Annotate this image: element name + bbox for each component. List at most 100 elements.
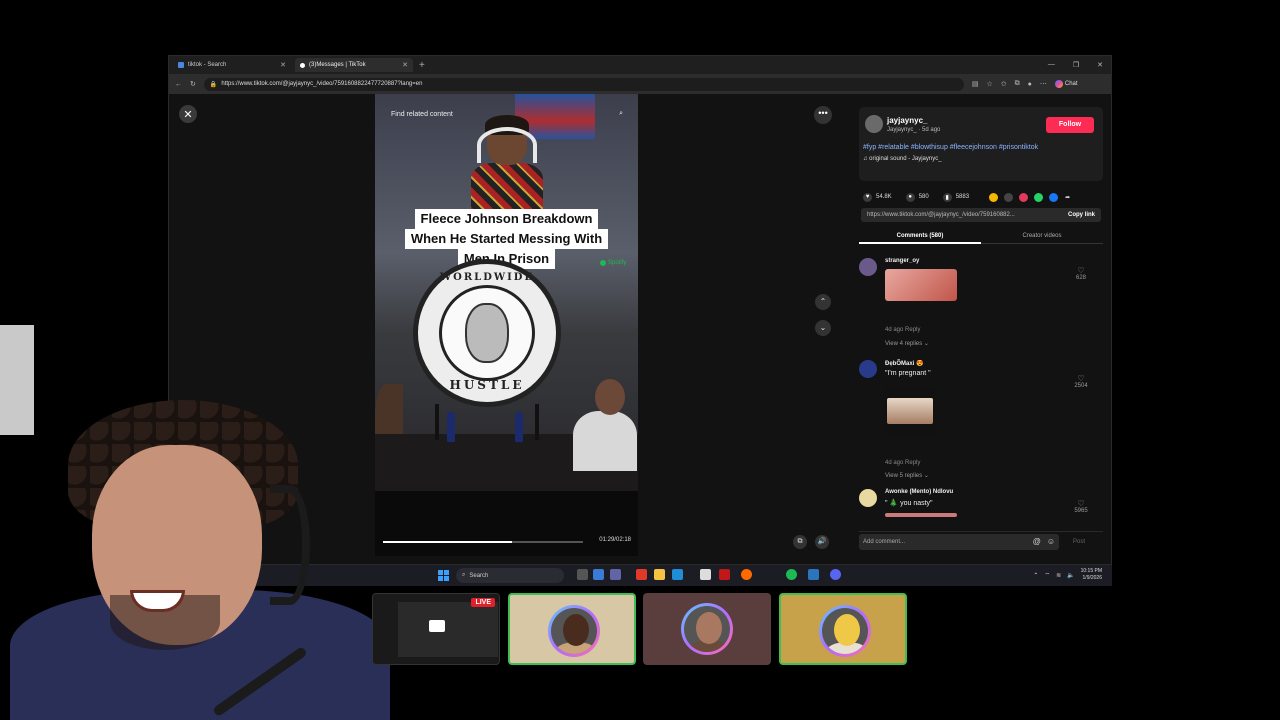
edge-app-icon[interactable] bbox=[593, 569, 604, 580]
caption-line: When He Started Messing With bbox=[404, 229, 609, 249]
youtube-app-icon[interactable] bbox=[636, 569, 647, 580]
seal-top-text: WORLDWIDE bbox=[439, 272, 535, 283]
tab-comments[interactable]: Comments (580) bbox=[859, 230, 981, 244]
url-field[interactable]: 🔒 https://www.tiktok.com/@jayjaynyc_/vid… bbox=[203, 77, 964, 91]
comment-image[interactable] bbox=[885, 386, 935, 436]
wifi-icon[interactable]: ≋ bbox=[1056, 572, 1061, 579]
spotify-badge: Spotify bbox=[600, 260, 626, 266]
bookmark-icon[interactable]: ▮ bbox=[942, 192, 952, 202]
close-tab-icon[interactable]: ✕ bbox=[402, 61, 408, 69]
commenter-avatar[interactable] bbox=[859, 489, 877, 507]
video-progress-bar[interactable] bbox=[383, 541, 583, 543]
close-video-button[interactable]: ✕ bbox=[179, 105, 197, 123]
commenter-avatar[interactable] bbox=[859, 258, 877, 276]
taskbar-clock[interactable]: 10:15 PM 1/9/2026 bbox=[1081, 568, 1102, 582]
maximize-button[interactable]: ❐ bbox=[1073, 61, 1079, 69]
discord-app-icon[interactable] bbox=[830, 569, 841, 580]
comment-like-count: 2504 bbox=[1074, 383, 1088, 389]
search-icon[interactable]: ⌕ bbox=[619, 110, 623, 118]
live-badge: LIVE bbox=[471, 598, 495, 607]
commenter-name[interactable]: stranger_oy bbox=[885, 258, 919, 264]
refresh-icon[interactable]: ↻ bbox=[190, 80, 196, 88]
comment-like[interactable]: ♡ 628 bbox=[1071, 266, 1091, 281]
comment-like[interactable]: ♡ 5965 bbox=[1071, 499, 1091, 514]
view-replies[interactable]: View 5 replies ⌄ bbox=[885, 472, 929, 479]
copy-link-button[interactable]: Copy link bbox=[1068, 212, 1095, 218]
screen-share-tile[interactable]: LIVE bbox=[372, 593, 500, 665]
microphone bbox=[535, 404, 539, 440]
comment-item: Awonke (Mento) Ndlovu " 🎄 you nasty" ♡ 59… bbox=[859, 489, 1103, 519]
profile-icon[interactable]: ● bbox=[1028, 81, 1032, 88]
clock-time: 10:15 PM bbox=[1080, 568, 1102, 574]
tab-tiktok[interactable]: (3)Messages | TikTok ✕ bbox=[295, 58, 413, 72]
commenter-name[interactable]: Awonke (Mento) Ndlovu bbox=[885, 489, 953, 495]
post-button[interactable]: Post bbox=[1073, 539, 1085, 545]
comment-sticker-image[interactable] bbox=[885, 269, 957, 301]
taskbar-search[interactable]: ⌕ Search bbox=[456, 568, 564, 583]
commenter-avatar[interactable] bbox=[859, 360, 877, 378]
emoji-icon[interactable]: ☺ bbox=[1047, 537, 1055, 546]
follow-button[interactable]: Follow bbox=[1046, 117, 1094, 133]
tab-label: (3)Messages | TikTok bbox=[309, 62, 366, 68]
progress-fill bbox=[383, 541, 512, 543]
hashtags[interactable]: #fyp #relatable #blowthisup #fleecejohns… bbox=[863, 144, 1099, 151]
firefox-app-icon[interactable] bbox=[741, 569, 752, 580]
coin-share-icon[interactable] bbox=[989, 192, 999, 202]
steam-app-icon[interactable] bbox=[808, 569, 819, 580]
sound-link[interactable]: ♫ original sound - Jayjaynyc_ bbox=[863, 156, 942, 162]
view-replies[interactable]: View 4 replies ⌄ bbox=[885, 340, 929, 347]
video-player[interactable]: Find related content ⌕ Fleece Johnson Br… bbox=[375, 94, 638, 491]
reader-icon[interactable]: ▤ bbox=[972, 80, 979, 88]
file-explorer-icon[interactable] bbox=[654, 569, 665, 580]
netflix-app-icon[interactable] bbox=[719, 569, 730, 580]
more-menu-icon[interactable]: ⋯ bbox=[1040, 80, 1047, 88]
extensions-icon[interactable]: ⧉ bbox=[1015, 80, 1020, 88]
copilot-chat-button[interactable]: Chat bbox=[1054, 80, 1078, 88]
tab-creator-videos[interactable]: Creator videos bbox=[981, 230, 1103, 244]
tray-chevron-icon[interactable]: ⌃ bbox=[1033, 572, 1038, 579]
comment-image[interactable] bbox=[885, 513, 957, 517]
more-options-button[interactable]: ••• bbox=[814, 106, 832, 124]
comment-meta[interactable]: 4d ago Reply bbox=[885, 460, 920, 466]
store-app-icon[interactable] bbox=[700, 569, 711, 580]
picture-in-picture-button[interactable]: ⧉ bbox=[793, 535, 807, 549]
windows-start-icon[interactable] bbox=[438, 570, 449, 581]
comment-meta[interactable]: 4d ago Reply bbox=[885, 327, 920, 333]
spotify-app-icon[interactable] bbox=[786, 569, 797, 580]
teams-app-icon[interactable] bbox=[610, 569, 621, 580]
comment-like[interactable]: ♡ 2504 bbox=[1071, 374, 1091, 389]
favorites-icon[interactable]: ✩ bbox=[1001, 80, 1007, 88]
worldwide-hustle-seal: WORLDWIDE HUSTLE bbox=[413, 259, 561, 407]
minimize-button[interactable]: — bbox=[1048, 61, 1055, 69]
previous-video-button[interactable]: ⌃ bbox=[815, 294, 831, 310]
volume-button[interactable]: 🔊 bbox=[815, 535, 829, 549]
repost-share-icon[interactable] bbox=[1019, 192, 1029, 202]
task-view-icon[interactable] bbox=[577, 569, 588, 580]
new-tab-button[interactable]: + bbox=[419, 60, 425, 71]
participant-tile[interactable] bbox=[508, 593, 636, 665]
tab-search[interactable]: tiktok - Search ✕ bbox=[173, 58, 291, 72]
commenter-name[interactable]: ĐẹbÕMaxi 😍 bbox=[885, 360, 923, 367]
author-name[interactable]: jayjaynyc_ bbox=[887, 116, 927, 125]
close-tab-icon[interactable]: ✕ bbox=[280, 61, 286, 69]
author-avatar[interactable] bbox=[865, 115, 883, 133]
share-arrow-icon[interactable]: ➦ bbox=[1065, 194, 1070, 201]
browser-app-icon[interactable] bbox=[672, 569, 683, 580]
comment-input[interactable]: Add comment... @ ☺ bbox=[859, 533, 1059, 550]
participant-tile[interactable] bbox=[643, 593, 771, 665]
comment-icon[interactable]: ● bbox=[905, 192, 915, 202]
close-window-button[interactable]: ✕ bbox=[1097, 61, 1103, 69]
participant-tile[interactable] bbox=[779, 593, 907, 665]
favorite-star-icon[interactable]: ☆ bbox=[987, 80, 993, 88]
next-video-button[interactable]: ⌄ bbox=[815, 320, 831, 336]
facebook-share-icon[interactable] bbox=[1049, 192, 1059, 202]
whatsapp-share-icon[interactable] bbox=[1034, 192, 1044, 202]
tab-label: tiktok - Search bbox=[188, 62, 227, 68]
volume-tray-icon[interactable]: 🔈 bbox=[1067, 572, 1074, 579]
network-icon[interactable]: ⌔ bbox=[1044, 571, 1050, 579]
save-count: 5883 bbox=[955, 194, 970, 200]
like-icon[interactable]: ♥ bbox=[863, 192, 872, 202]
embed-share-icon[interactable] bbox=[1004, 192, 1014, 202]
mention-icon[interactable]: @ bbox=[1033, 537, 1041, 546]
back-icon[interactable]: ← bbox=[175, 81, 182, 88]
